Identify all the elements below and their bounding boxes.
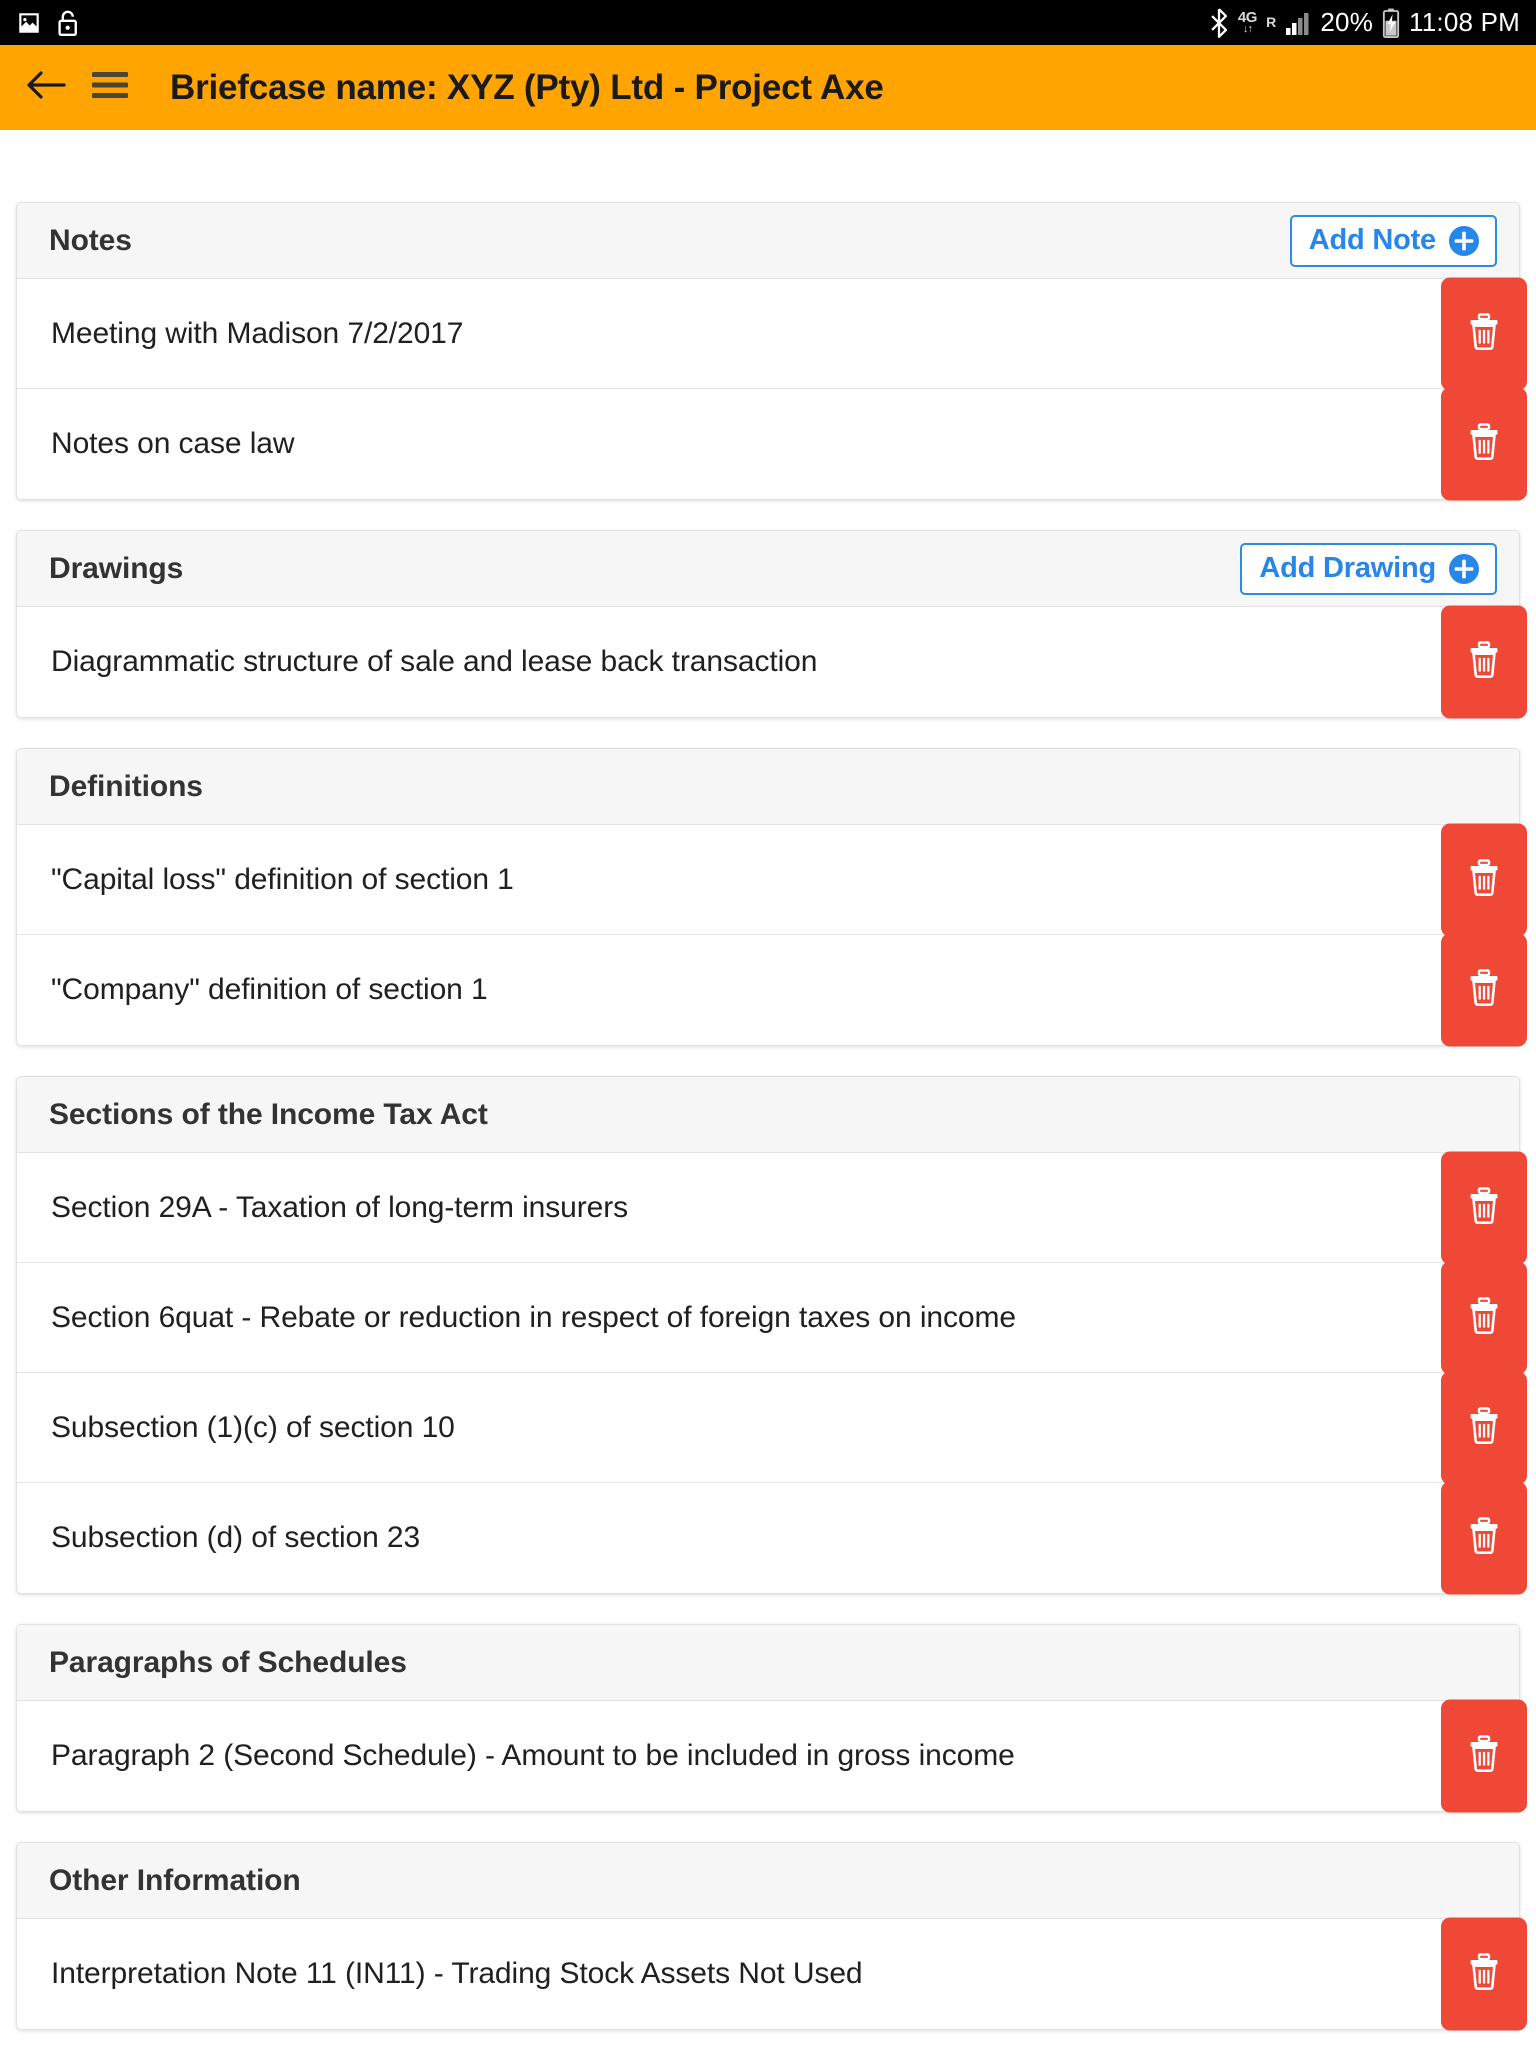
section-header: Drawings Add Drawing xyxy=(17,531,1519,607)
delete-button[interactable] xyxy=(1441,1371,1527,1484)
delete-button[interactable] xyxy=(1441,387,1527,501)
list-item[interactable]: "Company" definition of section 1 xyxy=(17,933,1527,1047)
delete-button[interactable] xyxy=(1441,933,1527,1047)
list-item-label: Diagrammatic structure of sale and lease… xyxy=(51,645,818,678)
list-item-label: Meeting with Madison 7/2/2017 xyxy=(51,316,464,350)
section-title: Drawings xyxy=(49,551,184,585)
section-list: Notes Add Note Meeting with Madison 7/2/20… xyxy=(16,202,1527,2031)
image-icon xyxy=(16,10,42,36)
section-header: Sections of the Income Tax Act xyxy=(17,1077,1519,1153)
app-bar: Briefcase name: XYZ (Pty) Ltd - Project … xyxy=(0,45,1536,130)
section-card: Drawings Add Drawing Diagrammatic structur… xyxy=(16,530,1527,719)
delete-button[interactable] xyxy=(1441,1151,1527,1264)
trash-icon xyxy=(1467,312,1501,355)
trash-icon xyxy=(1467,1953,1501,1996)
section-card: Notes Add Note Meeting with Madison 7/2/20… xyxy=(16,202,1527,501)
unlocked-padlock-icon xyxy=(56,9,80,37)
section-header: Paragraphs of Schedules xyxy=(17,1625,1519,1701)
section-header: Definitions xyxy=(17,749,1519,825)
back-arrow-icon xyxy=(24,66,68,109)
section-title: Paragraphs of Schedules xyxy=(49,1645,407,1679)
list-item[interactable]: Interpretation Note 11 (IN11) - Trading … xyxy=(17,1917,1527,2031)
delete-button[interactable] xyxy=(1441,1917,1527,2031)
trash-icon xyxy=(1467,641,1501,684)
list-item[interactable]: Subsection (1)(c) of section 10 xyxy=(17,1371,1527,1484)
content-area: Notes Add Note Meeting with Madison 7/2/20… xyxy=(0,130,1536,2031)
add-item-button-label: Add Note xyxy=(1308,224,1436,256)
battery-charging-icon xyxy=(1382,8,1400,38)
list-item[interactable]: Paragraph 2 (Second Schedule) - Amount t… xyxy=(17,1699,1527,1813)
hamburger-menu-icon xyxy=(90,69,130,106)
list-item-label: Subsection (1)(c) of section 10 xyxy=(51,1410,455,1444)
section-card: Sections of the Income Tax Act Section 29… xyxy=(16,1076,1527,1595)
trash-icon xyxy=(1467,1296,1501,1339)
list-item-label: Section 6quat - Rebate or reduction in r… xyxy=(51,1300,1016,1334)
battery-percent-label: 20% xyxy=(1320,7,1374,37)
list-item[interactable]: Diagrammatic structure of sale and lease… xyxy=(17,605,1527,719)
delete-button[interactable] xyxy=(1441,823,1527,936)
delete-button[interactable] xyxy=(1441,605,1527,719)
list-item-label: Interpretation Note 11 (IN11) - Trading … xyxy=(51,1957,863,1990)
list-item-label: "Company" definition of section 1 xyxy=(51,973,488,1006)
list-item-label: Subsection (d) of section 23 xyxy=(51,1521,421,1554)
trash-icon xyxy=(1467,1406,1501,1449)
trash-icon xyxy=(1467,1517,1501,1560)
list-item[interactable]: "Capital loss" definition of section 1 xyxy=(17,823,1527,936)
trash-icon xyxy=(1467,1735,1501,1778)
section-title: Other Information xyxy=(49,1863,301,1897)
trash-icon xyxy=(1467,969,1501,1012)
list-item[interactable]: Subsection (d) of section 23 xyxy=(17,1481,1527,1595)
page-title: Briefcase name: XYZ (Pty) Ltd - Project … xyxy=(170,67,884,107)
section-title: Definitions xyxy=(49,769,203,803)
trash-icon xyxy=(1467,858,1501,901)
list-item[interactable]: Notes on case law xyxy=(17,387,1527,501)
plus-circle-icon xyxy=(1447,224,1481,258)
list-item-label: "Capital loss" definition of section 1 xyxy=(51,862,514,896)
section-card: Definitions "Capital loss" definition of … xyxy=(16,748,1527,1047)
top-spacer xyxy=(16,130,1520,202)
add-item-button[interactable]: Add Note xyxy=(1289,214,1497,267)
list-item[interactable]: Meeting with Madison 7/2/2017 xyxy=(17,277,1527,390)
delete-button[interactable] xyxy=(1441,1699,1527,1813)
list-item-label: Section 29A - Taxation of long-term insu… xyxy=(51,1190,629,1224)
delete-button[interactable] xyxy=(1441,1261,1527,1374)
roaming-indicator: R xyxy=(1266,14,1277,30)
section-card: Other Information Interpretation Note 11 … xyxy=(16,1842,1527,2031)
section-title: Notes xyxy=(49,223,132,257)
clock-label: 11:08 PM xyxy=(1409,7,1520,37)
trash-icon xyxy=(1467,1186,1501,1229)
add-item-button[interactable]: Add Drawing xyxy=(1240,542,1497,595)
back-button[interactable] xyxy=(14,56,78,120)
list-item[interactable]: Section 29A - Taxation of long-term insu… xyxy=(17,1151,1527,1264)
plus-circle-icon xyxy=(1447,552,1481,586)
list-item-label: Paragraph 2 (Second Schedule) - Amount t… xyxy=(51,1739,1015,1772)
section-title: Sections of the Income Tax Act xyxy=(49,1097,488,1131)
section-header: Other Information xyxy=(17,1843,1519,1919)
menu-button[interactable] xyxy=(78,56,142,120)
section-card: Paragraphs of Schedules Paragraph 2 (Seco… xyxy=(16,1624,1527,1813)
delete-button[interactable] xyxy=(1441,1481,1527,1595)
status-bar: 4G ↓↑ R 20% 11:08 PM xyxy=(0,0,1536,45)
add-item-button-label: Add Drawing xyxy=(1259,552,1436,584)
bluetooth-icon xyxy=(1209,7,1229,38)
list-item-label: Notes on case law xyxy=(51,427,295,460)
delete-button[interactable] xyxy=(1441,277,1527,390)
list-item[interactable]: Section 6quat - Rebate or reduction in r… xyxy=(17,1261,1527,1374)
signal-bars-icon xyxy=(1285,10,1311,36)
network-type-indicator: 4G ↓↑ xyxy=(1237,9,1258,35)
trash-icon xyxy=(1467,423,1501,466)
section-header: Notes Add Note xyxy=(17,203,1519,279)
